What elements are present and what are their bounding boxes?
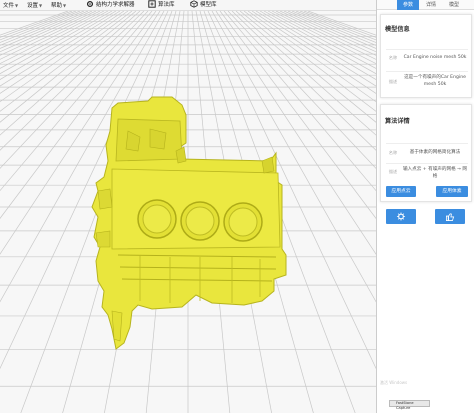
grid-line bbox=[299, 11, 376, 41]
menu-algorithm-lib-label: 算法库 bbox=[158, 2, 175, 8]
grid-line bbox=[0, 11, 85, 46]
model-name-label: 名称 bbox=[388, 55, 398, 60]
grid-line bbox=[0, 11, 105, 65]
algo-desc-label: 描述 bbox=[388, 169, 398, 174]
menu-solver[interactable]: 结构力学求解器 bbox=[86, 0, 135, 11]
grid-line bbox=[295, 11, 376, 43]
grid-line bbox=[307, 11, 376, 36]
algo-desc-row: 描述 输入点云 + 有噪声的网格 → 网格 bbox=[386, 163, 468, 183]
3d-viewport[interactable] bbox=[0, 11, 376, 413]
viewport-canvas bbox=[0, 11, 376, 413]
algorithm-icon bbox=[148, 0, 156, 8]
menu-file[interactable]: 文件▼ bbox=[3, 0, 18, 11]
menu-model-lib-label: 模型库 bbox=[200, 2, 217, 8]
chevron-down-icon: ▼ bbox=[15, 3, 19, 8]
grid-line bbox=[0, 11, 77, 41]
menu-settings[interactable]: 设置▼ bbox=[27, 0, 42, 11]
algo-detail-title: 算法详情 bbox=[385, 118, 410, 125]
grid-line bbox=[287, 11, 376, 49]
like-button[interactable] bbox=[435, 209, 465, 224]
grid-line bbox=[271, 11, 376, 65]
menu-settings-label: 设置 bbox=[27, 3, 39, 9]
algo-name-value: 基于体素的网格简化算法 bbox=[409, 150, 461, 155]
gear-icon bbox=[86, 0, 94, 8]
settings-button[interactable] bbox=[386, 209, 416, 224]
grid-line bbox=[0, 11, 89, 49]
grid-line bbox=[0, 11, 101, 60]
chevron-down-icon: ▼ bbox=[63, 3, 67, 8]
apply-voxel-button[interactable]: 应用体素 bbox=[436, 186, 468, 197]
menu-model-lib[interactable]: 模型库 bbox=[190, 0, 217, 11]
apply-pointcloud-button[interactable]: 应用点云 bbox=[386, 186, 416, 197]
windows-watermark: 激活 Windows bbox=[380, 380, 408, 385]
model-name-value: Car Engine noise mesh 50k bbox=[403, 55, 467, 60]
grid-line bbox=[291, 11, 376, 46]
tab-details[interactable]: 详情 bbox=[420, 0, 442, 10]
algo-name-label: 名称 bbox=[388, 150, 398, 155]
model-desc-value: 这是一个有噪声的Car Engine mesh 50k bbox=[404, 75, 466, 87]
grid-line bbox=[0, 11, 109, 69]
engine-mesh[interactable] bbox=[91, 96, 287, 350]
grid-line bbox=[275, 11, 376, 60]
grid-line bbox=[0, 11, 69, 36]
menu-solver-label: 结构力学求解器 bbox=[96, 2, 135, 8]
model-desc-label: 描述 bbox=[388, 79, 398, 84]
grid-line bbox=[267, 11, 376, 69]
grid-line bbox=[303, 11, 376, 38]
thumbs-up-icon bbox=[445, 213, 455, 221]
algo-name-row: 名称 基于体素的网格简化算法 bbox=[386, 143, 468, 163]
grid-line bbox=[0, 11, 81, 43]
grid-line bbox=[0, 11, 73, 38]
chevron-down-icon: ▼ bbox=[39, 3, 43, 8]
menu-file-label: 文件 bbox=[3, 3, 15, 9]
model-name-row: 名称 Car Engine noise mesh 50k bbox=[386, 49, 468, 71]
menu-help[interactable]: 帮助▼ bbox=[51, 0, 66, 11]
algo-detail-card: 算法详情 名称 基于体素的网格简化算法 描述 输入点云 + 有噪声的网格 → 网… bbox=[380, 104, 472, 202]
algo-desc-value: 输入点云 + 有噪声的网格 → 网格 bbox=[402, 167, 468, 179]
model-info-card: 模型信息 名称 Car Engine noise mesh 50k 描述 这是一… bbox=[380, 14, 472, 98]
cube-icon bbox=[190, 0, 198, 8]
settings-icon bbox=[396, 212, 406, 221]
panel-tabs: 参数 详情 模型 bbox=[377, 0, 474, 10]
model-desc-row: 描述 这是一个有噪声的Car Engine mesh 50k bbox=[386, 71, 468, 95]
capture-tooltip: FastStone Capture bbox=[389, 400, 430, 410]
menu-help-label: 帮助 bbox=[51, 3, 63, 9]
menu-algorithm-lib[interactable]: 算法库 bbox=[148, 0, 175, 11]
tab-model[interactable]: 模型 bbox=[443, 0, 465, 10]
model-info-title: 模型信息 bbox=[385, 26, 410, 33]
tab-params[interactable]: 参数 bbox=[397, 0, 419, 10]
right-panel: 参数 详情 模型 模型信息 名称 Car Engine noise mesh 5… bbox=[376, 0, 474, 413]
